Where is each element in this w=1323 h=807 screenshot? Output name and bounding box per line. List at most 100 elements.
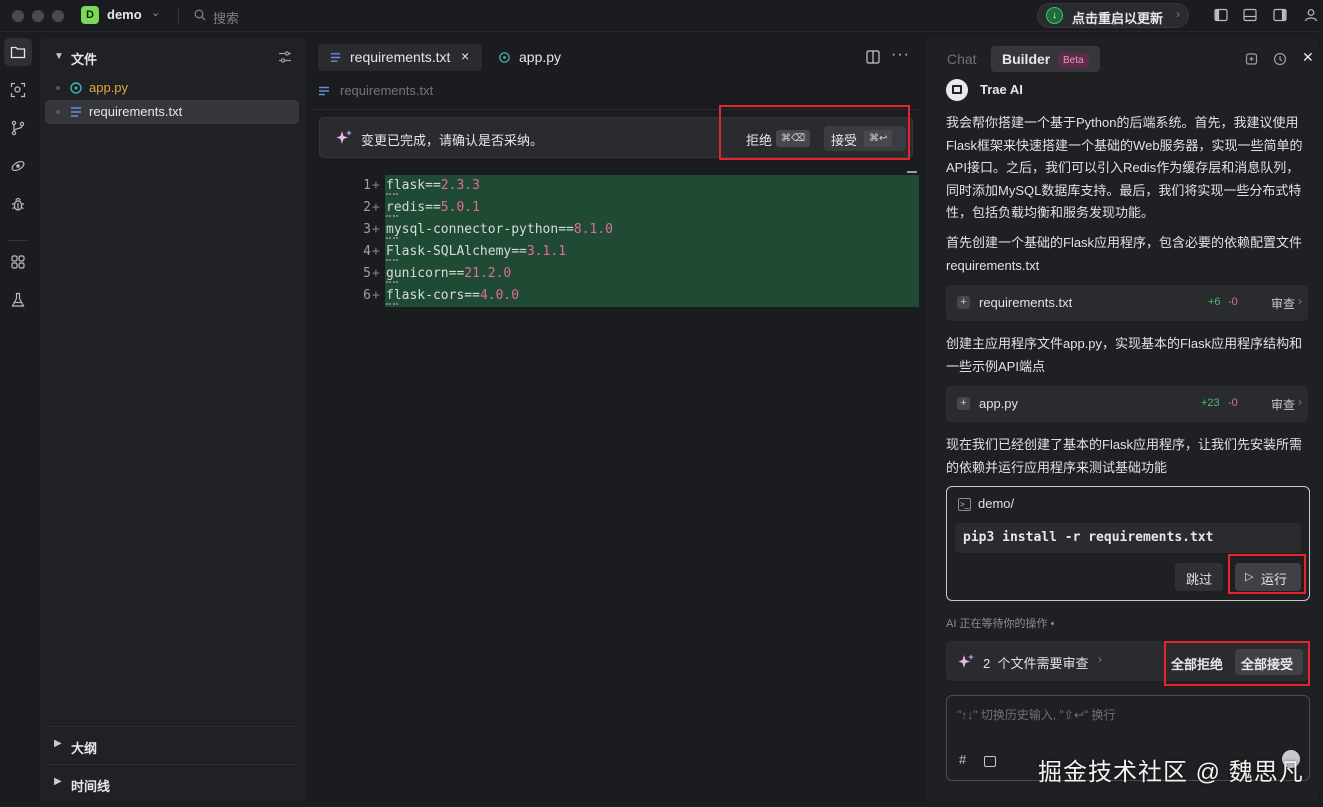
close-icon[interactable]: ✕	[1302, 49, 1314, 66]
window-zoom-button[interactable]	[52, 10, 64, 22]
file-item-requirements-txt[interactable]: requirements.txt	[45, 100, 299, 124]
status-text: AI 正在等待你的操作 •	[946, 618, 1055, 630]
code-line[interactable]: 1 + flask==2.3.3	[311, 175, 919, 197]
search-input[interactable]: 搜索	[213, 8, 239, 27]
tab-chat[interactable]: Chat	[936, 46, 988, 72]
new-chat-icon[interactable]	[1245, 52, 1259, 66]
operator: ==	[558, 222, 574, 237]
code-line[interactable]: 2 + redis==5.0.1	[311, 197, 919, 219]
image-icon[interactable]	[984, 756, 996, 767]
toggle-aux-sidebar-icon[interactable]	[1273, 8, 1287, 22]
assistant-message: 创建主应用程序文件app.py，实现基本的Flask应用程序结构和一些示例API…	[946, 336, 1303, 374]
testing-button[interactable]	[4, 286, 32, 314]
explorer-title[interactable]: 文件	[71, 49, 97, 68]
toggle-panel-icon[interactable]	[1243, 8, 1257, 22]
chevron-right-icon: ›	[1298, 395, 1302, 409]
file-change-card[interactable]: + requirements.txt +6 -0 审查 ›	[946, 285, 1308, 321]
lines-removed: -0	[1228, 296, 1238, 308]
history-icon[interactable]	[1273, 52, 1287, 66]
line-number: 2	[363, 200, 371, 215]
explorer-button[interactable]	[4, 38, 32, 66]
diff-marker	[386, 237, 398, 239]
update-label: 点击重启以更新	[1072, 11, 1164, 26]
diff-marker	[386, 215, 398, 217]
chevron-right-icon: ›	[1098, 652, 1102, 666]
lines-added: +6	[1208, 296, 1221, 308]
editor-area: requirements.txt × app.py ··· requiremen…	[311, 38, 919, 801]
code-line[interactable]: 5 + gunicorn==21.2.0	[311, 263, 919, 285]
review-link[interactable]: 审查	[1271, 396, 1295, 413]
code-text: flask-cors==4.0.0	[386, 288, 519, 303]
tab-label: requirements.txt	[350, 49, 451, 65]
more-icon[interactable]: ···	[891, 46, 910, 64]
window-minimize-button[interactable]	[32, 10, 44, 22]
file-explorer: ▼ 文件 app.py requirements.txt ▶ 大纲 ▶ 时间线	[40, 38, 306, 801]
python-file-icon	[70, 82, 82, 94]
tab-builder[interactable]: Builder Beta	[991, 46, 1100, 72]
pending-files-count[interactable]: 2 个文件需要审查	[983, 653, 1088, 672]
window-close-button[interactable]	[12, 10, 24, 22]
diff-plus-icon: +	[372, 266, 380, 281]
assistant-message: 现在我们已经创建了基本的Flask应用程序，让我们先安装所需的依赖并运行应用程序…	[946, 437, 1303, 475]
toggle-sidebar-icon[interactable]	[1214, 8, 1228, 22]
tab-requirements-txt[interactable]: requirements.txt ×	[318, 44, 482, 71]
review-link[interactable]: 审查	[1271, 295, 1295, 312]
project-badge[interactable]: D	[81, 6, 99, 24]
run-debug-button[interactable]	[4, 152, 32, 180]
package-name: gunicorn	[386, 266, 449, 281]
chevron-down-icon[interactable]: ⌄	[151, 6, 160, 19]
highlight-box	[1228, 554, 1306, 594]
tab-app-py[interactable]: app.py	[487, 44, 577, 71]
outline-section[interactable]: ▶ 大纲	[47, 726, 299, 764]
restart-update-button[interactable]: ↓ 点击重启以更新 ›	[1037, 3, 1189, 28]
activity-bar	[0, 33, 36, 807]
code-text: mysql-connector-python==8.1.0	[386, 222, 613, 237]
package-version: 5.0.1	[440, 200, 480, 215]
search-view-button[interactable]	[4, 76, 32, 104]
debug-button[interactable]	[4, 190, 32, 218]
breadcrumb[interactable]: requirements.txt	[340, 83, 433, 98]
tab-label: Builder	[1002, 51, 1051, 67]
file-count: 2	[983, 656, 991, 671]
divider	[178, 8, 179, 24]
code-line[interactable]: 6 + flask-cors==4.0.0	[311, 285, 919, 307]
eye-orbit-icon	[11, 160, 25, 172]
project-name[interactable]: demo	[107, 7, 142, 22]
operator: ==	[425, 200, 441, 215]
skip-button[interactable]: 跳过	[1175, 563, 1223, 591]
chevron-down-icon[interactable]: ▼	[54, 51, 64, 62]
file-dot	[56, 86, 60, 90]
diff-plus-icon: +	[372, 200, 380, 215]
account-icon[interactable]	[1304, 8, 1318, 22]
assistant-avatar	[946, 79, 968, 101]
section-label: 时间线	[71, 779, 111, 794]
diff-marker	[386, 303, 398, 305]
tab-label: app.py	[519, 49, 562, 65]
tab-label: Chat	[947, 51, 977, 67]
sparkle-icon	[958, 654, 974, 668]
diff-plus-icon: +	[372, 288, 380, 303]
file-item-app-py[interactable]: app.py	[45, 76, 299, 100]
sparkle-icon	[336, 130, 352, 144]
file-change-card[interactable]: + app.py +23 -0 审查 ›	[946, 386, 1308, 422]
command-text: pip3 install -r requirements.txt	[963, 530, 1214, 545]
close-icon[interactable]: ×	[461, 48, 469, 64]
download-icon: ↓	[1046, 7, 1063, 24]
hash-icon[interactable]: #	[959, 752, 966, 767]
lines-removed: -0	[1228, 397, 1238, 409]
split-editor-icon[interactable]	[866, 50, 880, 64]
text-file-icon	[319, 86, 329, 96]
source-control-button[interactable]	[4, 114, 32, 142]
line-number: 3	[363, 222, 371, 237]
extensions-button[interactable]	[4, 248, 32, 276]
assistant-message: 首先创建一个基础的Flask应用程序，包含必要的依赖配置文件requiremen…	[946, 235, 1303, 273]
diff-plus-icon: +	[372, 222, 380, 237]
code-line[interactable]: 3 + mysql-connector-python==8.1.0	[311, 219, 919, 241]
code-text: Flask-SQLAlchemy==3.1.1	[386, 244, 566, 259]
timeline-section[interactable]: ▶ 时间线	[47, 764, 299, 802]
assistant-message: 我会帮你搭建一个基于Python的后端系统。首先，我建议使用Flask框架来快速…	[946, 115, 1303, 220]
sliders-icon[interactable]	[278, 50, 292, 64]
python-file-icon	[499, 52, 510, 63]
code-line[interactable]: 4 + Flask-SQLAlchemy==3.1.1	[311, 241, 919, 263]
command-box[interactable]: pip3 install -r requirements.txt	[955, 523, 1301, 553]
